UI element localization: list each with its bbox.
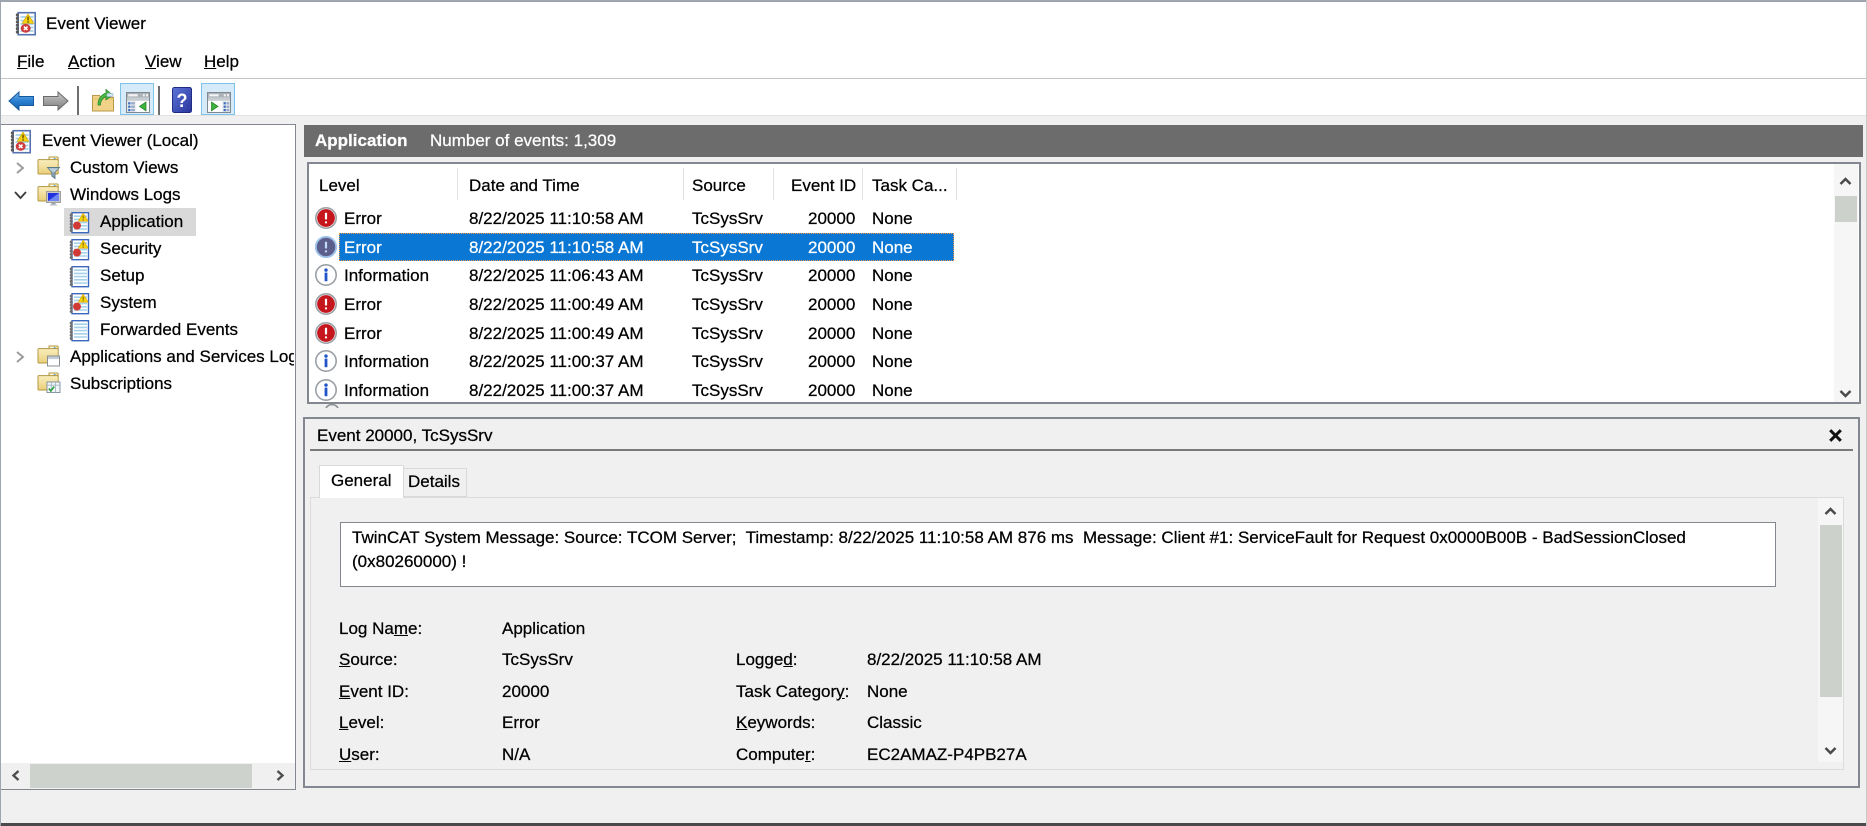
svg-text:?: ? [176,90,187,112]
